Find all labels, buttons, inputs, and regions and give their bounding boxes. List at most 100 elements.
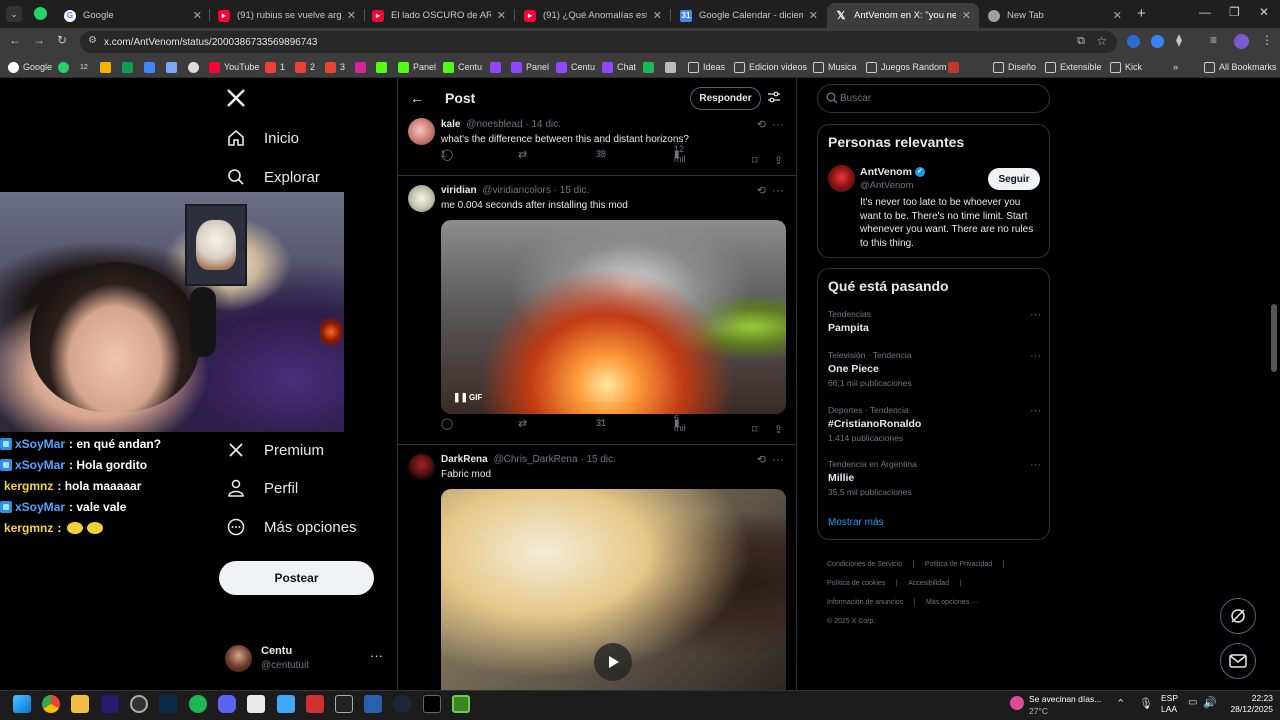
grok-icon[interactable]: ⟲ [757,118,766,131]
x-logo-icon[interactable] [226,88,246,108]
back-arrow-icon[interactable]: ← [410,90,424,106]
bookmark-drive[interactable] [100,59,115,75]
trend-item[interactable]: Tendencia en Argentina Millie 35,5 mil p… [828,459,1041,509]
nav-home[interactable]: Inicio [226,128,299,148]
back-arrow-icon[interactable]: ← [9,33,21,47]
reply-tweet[interactable]: DarkRena @Chris_DarkRena · 15 dic. ⟲ ···… [398,446,796,690]
capcut-icon[interactable] [335,695,353,713]
reply-button[interactable]: Responder [690,87,761,110]
extension-icon[interactable] [1127,35,1140,48]
nav-more[interactable]: Más opciones [226,517,357,537]
bookmark-centu-2[interactable]: Centu [556,59,595,75]
close-icon[interactable]: ✕ [653,9,662,22]
whatsapp-tab-icon[interactable] [34,7,47,20]
grok-icon[interactable]: ⟲ [757,453,766,466]
tweet-author-handle[interactable]: @noesblead [466,119,522,130]
profile-avatar[interactable] [1234,34,1249,49]
more-dots-icon[interactable]: ··· [772,452,784,466]
app-blue-icon[interactable] [364,695,382,713]
bookmark-chatgpt[interactable] [188,59,203,75]
windows-start-icon[interactable] [13,695,31,713]
chrome-taskbar-icon[interactable] [42,695,60,713]
bookmark-12[interactable]: 12 [80,59,88,75]
tab-calendar[interactable]: 31 Google Calendar - diciembre ✕ [672,3,826,28]
footer-link[interactable]: Condiciones de Servicio [827,561,902,568]
bookmark-folder-juegos[interactable]: Juegos Random [866,59,947,75]
chevron-up-icon[interactable]: ⌃ [1116,697,1125,710]
close-window-button[interactable]: ✕ [1259,5,1269,19]
language-indicator[interactable]: ESP LAA [1161,693,1178,715]
more-dots-icon[interactable]: ··· [1030,459,1041,471]
footer-link[interactable]: Política de Privacidad [925,561,992,568]
reply-tweet[interactable]: kale @noesblead · 14 dic. ⟲ ··· what's t… [398,112,796,176]
address-bar[interactable]: ⚙ x.com/AntVenom/status/2000386733569896… [80,31,1117,53]
bookmark-folder-ideas[interactable]: Ideas [688,59,725,75]
tab-google[interactable]: G Google ✕ [56,3,210,28]
minecraft-icon[interactable] [452,695,470,713]
bookmarks-overflow-chevron[interactable]: » [1173,59,1178,75]
trend-item[interactable]: Tendencias Pampita ··· [828,309,1041,349]
bookmark-gmail-2[interactable]: 2 [295,59,315,75]
nav-profile[interactable]: Perfil [226,478,298,498]
more-dots-icon[interactable]: ··· [1030,350,1041,362]
steam-icon[interactable] [393,695,411,713]
weather-widget[interactable]: Se avecinan días... 27°C [1010,692,1115,718]
follow-button[interactable]: Seguir [988,168,1040,190]
tab-youtube-1[interactable]: ▸ (91) rubius se vuelve argentino ✕ [210,3,364,28]
tweet-author-name[interactable]: kale [441,119,460,130]
extension-icon[interactable] [1151,35,1164,48]
grok-floating-button[interactable] [1220,598,1256,634]
microphone-icon[interactable]: 🎙 [1139,697,1153,710]
bookmark-calendar[interactable] [166,59,181,75]
tab-youtube-2[interactable]: ▸ El lado OSCURO de ARGENTINA ✕ [364,3,514,28]
close-icon[interactable]: ✕ [962,9,971,22]
bookmark-icon[interactable]: ⌑ [752,423,758,436]
bookmark-kick[interactable] [376,59,391,75]
close-icon[interactable]: ✕ [347,9,356,22]
trend-item[interactable]: Deportes · Tendencia #CristianoRonaldo 1… [828,405,1041,455]
bookmark-folder-kick[interactable]: Kick [1110,59,1142,75]
bookmark-panel-1[interactable]: Panel [398,59,436,75]
bookmark-folder-extensible[interactable]: Extensible [1045,59,1102,75]
bookmark-folder-musica[interactable]: Musica [813,59,857,75]
reading-list-icon[interactable]: ≡ [1210,33,1217,47]
tweet-media-video[interactable] [441,489,786,690]
reply-tweet[interactable]: viridian @viridiancolors · 15 dic. ⟲ ···… [398,177,796,445]
footer-link[interactable]: Información de anuncios [827,599,903,606]
obs-icon[interactable] [130,695,148,713]
search-input[interactable]: Buscar [817,84,1050,113]
more-dots-icon[interactable]: ··· [772,183,784,197]
tweet-author-name[interactable]: DarkRena [441,454,488,465]
bookmark-green[interactable] [643,59,658,75]
bookmark-centu-1[interactable]: Centu [443,59,482,75]
avatar[interactable] [828,165,855,192]
bookmark-twitch[interactable] [490,59,505,75]
bookmark-sheets[interactable] [122,59,137,75]
all-bookmarks-folder[interactable]: All Bookmarks [1204,59,1277,75]
sliders-icon[interactable] [767,90,781,109]
close-icon[interactable]: ✕ [193,9,202,22]
tab-new-tab[interactable]: New Tab ✕ [980,3,1130,28]
bookmark-gmail-1[interactable]: 1 [265,59,285,75]
bookmark-google[interactable]: Google [8,59,52,75]
avatar[interactable] [408,118,435,145]
tweet-author-name[interactable]: viridian [441,185,477,196]
nav-explore[interactable]: Explorar [226,167,320,187]
more-dots-icon[interactable]: ··· [1030,309,1041,321]
share-icon[interactable]: ⇪ [774,423,783,436]
account-switcher[interactable]: Centu @centutuit ··· [225,642,385,676]
discord-icon[interactable] [218,695,236,713]
pause-icon[interactable]: ❚❚ [453,392,468,403]
notion-icon[interactable] [247,695,265,713]
trend-item[interactable]: Televisión · Tendencia One Piece 66,1 mi… [828,350,1041,400]
notes-icon[interactable] [277,695,295,713]
reload-icon[interactable]: ↻ [57,33,67,47]
tab-search-button[interactable]: ⌄ [6,6,22,22]
close-icon[interactable]: ✕ [497,9,506,22]
tweet-date[interactable]: · 15 dic. [554,185,590,196]
tab-youtube-3[interactable]: ▸ (91) ¿Qué Anomalías están pr ✕ [516,3,670,28]
relevant-name[interactable]: AntVenom ✓ [860,166,925,178]
bookmark-whatsapp[interactable] [58,59,73,75]
show-more-link[interactable]: Mostrar más [828,517,884,528]
spotify-icon[interactable] [189,695,207,713]
